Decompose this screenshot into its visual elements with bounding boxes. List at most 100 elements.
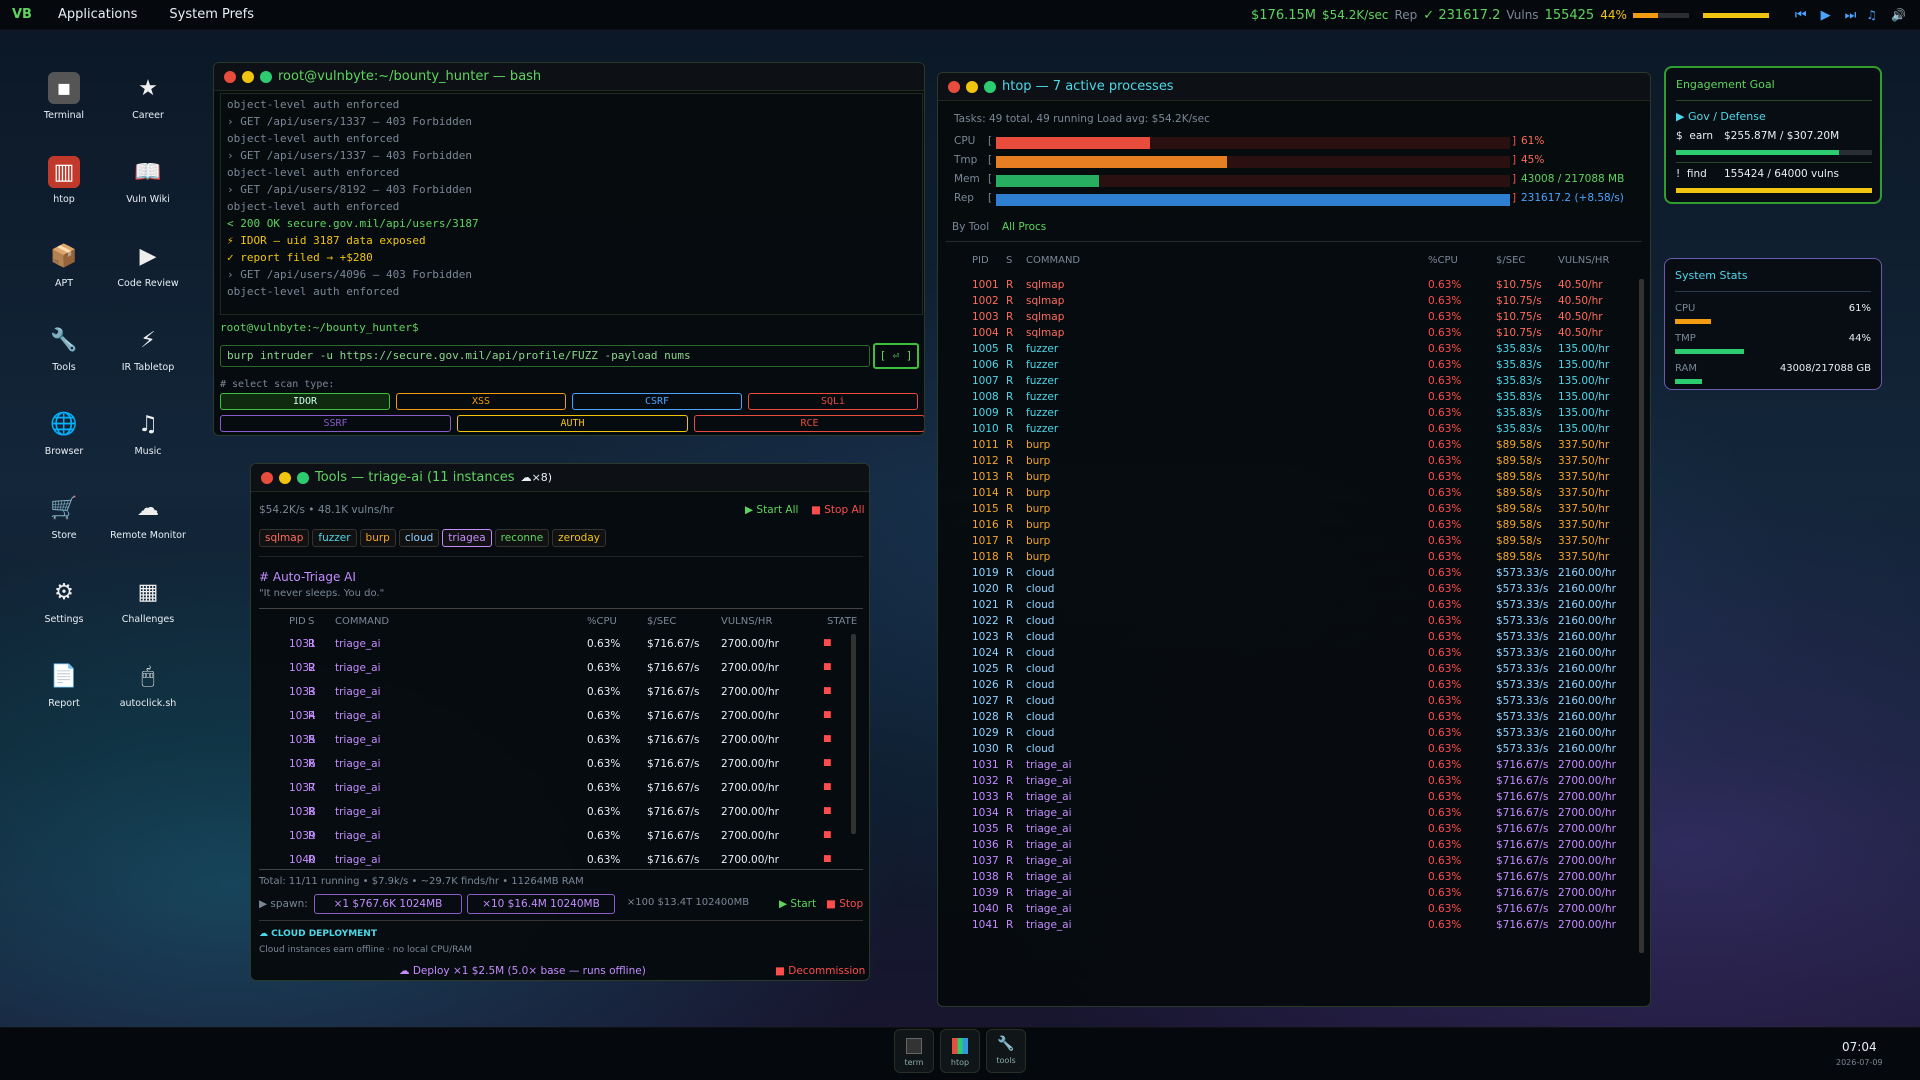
tools-scrollbar[interactable] xyxy=(851,634,856,834)
scan-type-xss[interactable]: XSS xyxy=(396,393,566,410)
play-icon[interactable]: ▶ xyxy=(1821,8,1831,23)
desktop-icon-tools[interactable]: 🔧 Tools xyxy=(24,324,104,374)
state-stop-icon[interactable]: ■ xyxy=(823,662,832,672)
minimize-button[interactable] xyxy=(966,80,978,93)
close-button[interactable] xyxy=(948,80,960,93)
state-stop-icon[interactable]: ■ xyxy=(823,806,832,816)
terminal-window[interactable]: root@vulnbyte:~/bounty_hunter — bash obj… xyxy=(213,62,925,436)
all-procs-tab[interactable]: All Procs xyxy=(1002,221,1046,233)
deploy-button[interactable]: ☁ Deploy ×1 $2.5M (5.0× base — runs offl… xyxy=(399,965,646,977)
state-stop-icon[interactable]: ■ xyxy=(823,710,832,720)
start-all-button[interactable]: ▶ Start All xyxy=(745,504,798,516)
htop-cell: 2700.00/hr xyxy=(1558,791,1616,803)
cpu-label: CPU xyxy=(1675,303,1696,314)
stop-button[interactable]: ■ Stop xyxy=(826,898,863,910)
minimize-button[interactable] xyxy=(242,70,254,83)
state-stop-icon[interactable]: ■ xyxy=(823,782,832,792)
desktop-icon-apt[interactable]: 📦 APT xyxy=(24,240,104,290)
scan-type-csrf[interactable]: CSRF xyxy=(572,393,742,410)
tool-tab-reconne[interactable]: reconne xyxy=(494,529,550,547)
divider xyxy=(259,869,863,870)
app-logo[interactable]: VB xyxy=(12,7,32,22)
by-tool-tab[interactable]: By Tool xyxy=(952,221,989,233)
terminal-titlebar[interactable]: root@vulnbyte:~/bounty_hunter — bash xyxy=(214,63,924,91)
desktop-icon-store[interactable]: 🛒 Store xyxy=(24,492,104,542)
tools-cell: $716.67/s xyxy=(647,686,700,698)
volume-icon[interactable]: 🔊 xyxy=(1891,8,1906,22)
prev-track-icon[interactable]: ⏮ xyxy=(1795,8,1807,23)
dock-tools[interactable]: 🔧 tools xyxy=(986,1029,1026,1073)
maximize-button[interactable] xyxy=(260,70,272,83)
tools-titlebar[interactable]: Tools — triage-ai (11 instances ☁×8) xyxy=(251,464,869,492)
htop-titlebar[interactable]: htop — 7 active processes xyxy=(938,73,1650,101)
spawn-1-button[interactable]: ×1 $767.6K 1024MB xyxy=(314,894,462,914)
dock-htop[interactable]: htop xyxy=(940,1029,980,1073)
htop-cell: 0.63% xyxy=(1428,519,1462,531)
close-button[interactable] xyxy=(261,471,273,484)
desktop-icon-career[interactable]: ★ Career xyxy=(108,72,188,122)
state-stop-icon[interactable]: ■ xyxy=(823,854,832,864)
start-button[interactable]: ▶ Start xyxy=(779,898,816,910)
desktop-icon-terminal[interactable]: ▪ Terminal xyxy=(24,72,104,121)
minimize-button[interactable] xyxy=(279,471,291,484)
divider xyxy=(259,556,863,557)
meter-label-mem: Mem xyxy=(954,173,980,185)
tool-tab-fuzzer[interactable]: fuzzer xyxy=(312,529,357,547)
desktop-icon-autoclick-sh[interactable]: 🖱 autoclick.sh xyxy=(108,660,188,710)
scan-type-rce[interactable]: RCE xyxy=(694,415,924,432)
star-icon: ★ xyxy=(138,75,158,101)
tool-tab-triagea[interactable]: triagea xyxy=(442,529,492,547)
desktop-icon-music[interactable]: ♫ Music xyxy=(108,408,188,458)
menu-system-prefs[interactable]: System Prefs xyxy=(169,7,254,22)
maximize-button[interactable] xyxy=(984,80,996,93)
next-track-icon[interactable]: ⏭ xyxy=(1845,8,1857,23)
scan-type-label: # select scan type: xyxy=(220,379,335,390)
scan-type-sqli[interactable]: SQLi xyxy=(748,393,918,410)
menu-applications[interactable]: Applications xyxy=(58,7,137,22)
desktop-icon-remote-monitor[interactable]: ☁ Remote Monitor xyxy=(108,492,188,542)
stop-all-button[interactable]: ■ Stop All xyxy=(811,504,864,516)
state-stop-icon[interactable]: ■ xyxy=(823,686,832,696)
tool-tab-cloud[interactable]: cloud xyxy=(398,529,440,547)
scan-type-idor[interactable]: IDOR xyxy=(220,393,390,410)
state-stop-icon[interactable]: ■ xyxy=(823,830,832,840)
state-stop-icon[interactable]: ■ xyxy=(823,734,832,744)
htop-cell: 0.63% xyxy=(1428,439,1462,451)
desktop-icon-htop[interactable]: ▥ htop xyxy=(24,156,104,205)
dock-term[interactable]: term xyxy=(894,1029,934,1073)
htop-cell: 0.63% xyxy=(1428,903,1462,915)
scan-type-auth[interactable]: AUTH xyxy=(457,415,688,432)
tools-cell: R xyxy=(308,830,316,842)
scan-type-ssrf[interactable]: SSRF xyxy=(220,415,451,432)
desktop-icon-browser[interactable]: 🌐 Browser xyxy=(24,408,104,458)
desktop-icon-code-review[interactable]: ▶ Code Review xyxy=(108,240,188,290)
htop-cell: 2700.00/hr xyxy=(1558,759,1616,771)
maximize-button[interactable] xyxy=(297,471,309,484)
htop-cell: $573.33/s xyxy=(1496,727,1549,739)
tools-window[interactable]: Tools — triage-ai (11 instances ☁×8) $54… xyxy=(250,463,870,981)
htop-cell: 0.63% xyxy=(1428,631,1462,643)
tool-tab-zeroday[interactable]: zeroday xyxy=(552,529,606,547)
decommission-button[interactable]: ■ Decommission xyxy=(775,965,865,977)
spawn-100-button[interactable]: ×100 $13.4T 102400MB xyxy=(620,894,756,914)
htop-cell: R xyxy=(1006,695,1014,707)
music-note-icon[interactable]: ♫ xyxy=(1866,8,1877,22)
htop-scrollbar[interactable] xyxy=(1639,279,1644,953)
desktop-icon-challenges[interactable]: ▦ Challenges xyxy=(108,576,188,626)
htop-cell: 40.50/hr xyxy=(1558,311,1603,323)
htop-window[interactable]: htop — 7 active processes Tasks: 49 tota… xyxy=(937,72,1651,1007)
state-stop-icon[interactable]: ■ xyxy=(823,758,832,768)
htop-cell: cloud xyxy=(1026,679,1055,691)
state-stop-icon[interactable]: ■ xyxy=(823,638,832,648)
command-input[interactable]: burp intruder -u https://secure.gov.mil/… xyxy=(220,345,870,367)
desktop-icon-vuln-wiki[interactable]: 📖 Vuln Wiki xyxy=(108,156,188,206)
tool-tab-sqlmap[interactable]: sqlmap xyxy=(259,529,310,547)
tool-tab-burp[interactable]: burp xyxy=(359,529,396,547)
desktop-icon-ir-tabletop[interactable]: ⚡ IR Tabletop xyxy=(108,324,188,374)
close-button[interactable] xyxy=(224,70,236,83)
run-button[interactable]: [ ⏎ ] xyxy=(873,343,919,369)
cloud-icon: ☁ xyxy=(137,495,159,521)
desktop-icon-settings[interactable]: ⚙ Settings xyxy=(24,576,104,626)
desktop-icon-report[interactable]: 📄 Report xyxy=(24,660,104,710)
spawn-10-button[interactable]: ×10 $16.4M 10240MB xyxy=(467,894,615,914)
